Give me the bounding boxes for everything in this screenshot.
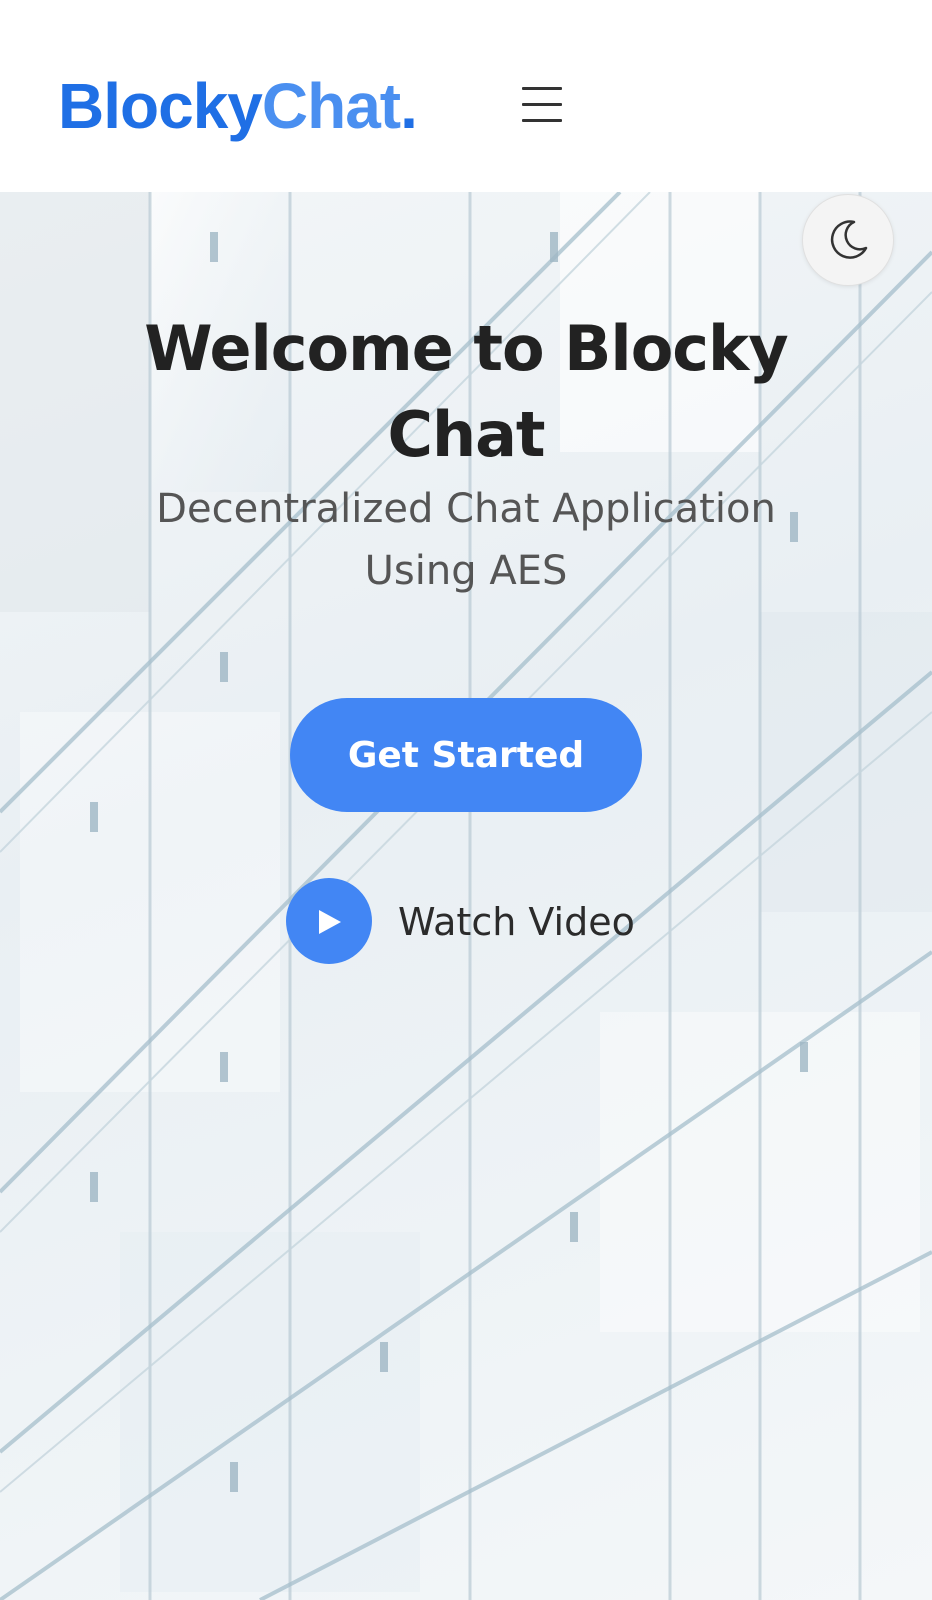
watch-video-label: Watch Video (398, 900, 635, 944)
logo-part-chat: Chat (261, 70, 401, 142)
play-icon (319, 910, 341, 934)
play-button[interactable] (286, 878, 372, 964)
page-subtitle: Decentralized Chat Application Using AES (156, 486, 776, 594)
menu-line (522, 87, 562, 90)
get-started-button[interactable]: Get Started (290, 698, 642, 812)
menu-line (522, 103, 562, 106)
site-header: BlockyChat. (0, 0, 932, 192)
page-title: Welcome to Blocky Chat (144, 312, 788, 471)
hamburger-menu-icon[interactable] (522, 87, 562, 123)
watch-video-link[interactable]: Watch Video (286, 878, 666, 966)
logo-dot: . (400, 70, 418, 142)
logo[interactable]: BlockyChat. (58, 66, 418, 146)
page: BlockyChat. Welcome to Blocky Chat Decen… (0, 0, 932, 1600)
moon-icon (830, 220, 868, 259)
logo-part-blocky: Blocky (58, 70, 263, 142)
theme-toggle-button[interactable] (802, 194, 894, 286)
menu-line (522, 119, 562, 122)
